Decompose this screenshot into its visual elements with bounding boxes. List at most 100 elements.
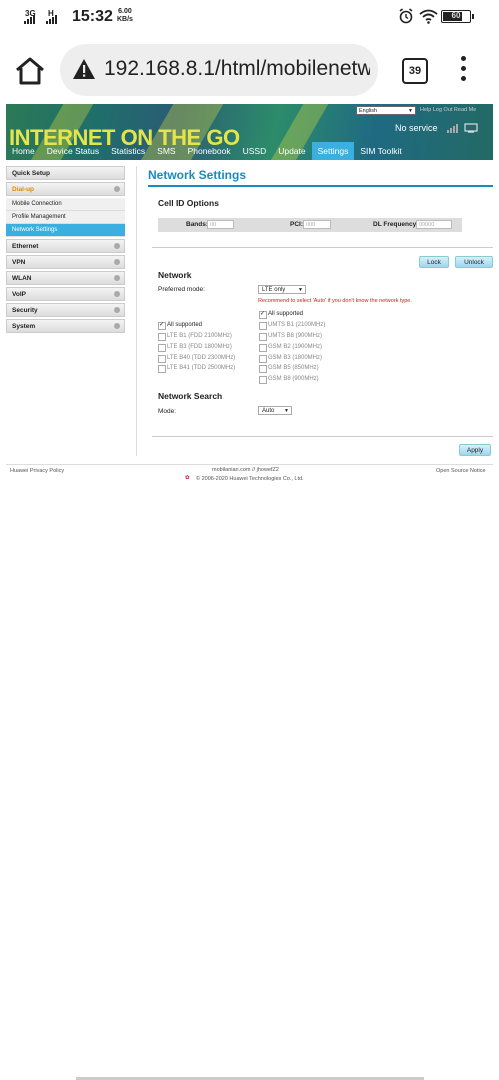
right-all-supported-label: All supported <box>268 311 304 317</box>
language-select[interactable]: English <box>356 106 416 116</box>
umts-b1-label: UMTS B1 (2100MHz) <box>268 322 326 328</box>
lte-b3-checkbox[interactable]: LTE B3 (FDD 1800MHz) <box>158 344 232 352</box>
tab-switcher-button[interactable]: 39 <box>402 58 428 84</box>
lte-b41-label: LTE B41 (TDD 2500MHz) <box>167 365 236 371</box>
recommend-note: Recommend to select 'Auto' if you don't … <box>258 298 412 304</box>
expand-icon <box>114 243 120 249</box>
settings-sidebar: Quick Setup Dial-up Mobile Connection Pr… <box>6 166 125 335</box>
nav-sms[interactable]: SMS <box>151 142 181 160</box>
lte-b3-label: LTE B3 (FDD 1800MHz) <box>167 344 232 350</box>
page-title: Network Settings <box>148 168 247 182</box>
more-menu-icon[interactable] <box>458 56 468 82</box>
pci-label: PCI: <box>290 221 303 228</box>
gsm-b5-checkbox[interactable]: GSM B5 (850MHz) <box>259 365 319 373</box>
sidebar-item-ethernet[interactable]: Ethernet <box>6 239 125 253</box>
sidebar-item-wlan[interactable]: WLAN <box>6 271 125 285</box>
preferred-mode-label: Preferred mode: <box>158 286 205 293</box>
nav-sim-toolkit[interactable]: SIM Toolkit <box>354 142 407 160</box>
sidebar-item-dialup-label: Dial-up <box>12 186 35 193</box>
sidebar-item-voip[interactable]: VoIP <box>6 287 125 301</box>
network-speed: 6.00 KB/s <box>117 8 133 24</box>
alarm-icon <box>399 8 413 24</box>
open-source-notice-link[interactable]: Open Source Notice <box>436 468 486 474</box>
network-speed-unit: KB/s <box>117 16 133 23</box>
expand-icon <box>114 323 120 329</box>
top-links[interactable]: Help Log Out Read Me <box>420 107 476 113</box>
gsm-b3-checkbox[interactable]: GSM B3 (1800MHz) <box>259 355 322 363</box>
sidebar-item-quick-setup[interactable]: Quick Setup <box>6 166 125 180</box>
left-all-supported-label: All supported <box>167 322 203 328</box>
header-banner: English Help Log Out Read Me INTERNET ON… <box>6 104 493 160</box>
network-speed-value: 6.00 <box>118 8 132 15</box>
footer-center-text: mobilanian.com // jhowefZ2 <box>212 467 279 473</box>
collapse-icon <box>114 186 120 192</box>
url-text[interactable]: 192.168.8.1/html/mobilenetw <box>104 57 370 81</box>
warning-icon[interactable] <box>72 58 96 80</box>
battery-tip <box>472 14 474 19</box>
sidebar-item-system[interactable]: System <box>6 319 125 333</box>
lte-b40-label: LTE B40 (TDD 2300MHz) <box>167 355 236 361</box>
left-all-supported-checkbox[interactable]: All supported <box>158 321 203 330</box>
pci-input[interactable]: 000 <box>303 220 331 229</box>
clock: 15:32 <box>72 8 113 25</box>
preferred-mode-select[interactable]: LTE only <box>258 285 306 295</box>
browser-toolbar: 192.168.8.1/html/mobilenetw 39 <box>0 36 499 104</box>
sidebar-item-vpn[interactable]: VPN <box>6 255 125 269</box>
right-all-supported-checkbox[interactable]: All supported <box>259 310 304 319</box>
apply-button[interactable]: Apply <box>459 444 491 456</box>
umts-b8-checkbox[interactable]: UMTS B8 (900MHz) <box>259 333 323 341</box>
nav-ussd[interactable]: USSD <box>237 142 273 160</box>
main-nav: Home Device Status Statistics SMS Phoneb… <box>6 142 408 160</box>
sidebar-item-system-label: System <box>12 323 36 330</box>
umts-b1-checkbox[interactable]: UMTS B1 (2100MHz) <box>259 322 326 330</box>
lte-b40-checkbox[interactable]: LTE B40 (TDD 2300MHz) <box>158 355 236 363</box>
sidebar-item-security[interactable]: Security <box>6 303 125 317</box>
dl-frequency-input[interactable]: 00000 <box>416 220 452 229</box>
sidebar-item-profile-management[interactable]: Profile Management <box>6 211 125 224</box>
sidebar-item-ethernet-label: Ethernet <box>12 243 39 250</box>
expand-icon <box>114 259 120 265</box>
pc-connection-icon <box>464 123 478 133</box>
cell-id-bar: Bands: 00 PCI: 000 DL Frequency: 00000 <box>158 218 462 232</box>
main-content: Network Settings Cell ID Options Bands: … <box>148 168 493 456</box>
expand-icon <box>114 291 120 297</box>
huawei-logo-icon: ✿ <box>185 475 190 481</box>
network-search-title: Network Search <box>158 391 223 401</box>
privacy-policy-link[interactable]: Huawei Privacy Policy <box>10 468 64 474</box>
nav-statistics[interactable]: Statistics <box>105 142 151 160</box>
battery-percent: 60 <box>451 11 461 20</box>
sidebar-item-network-settings[interactable]: Network Settings <box>6 224 125 237</box>
gsm-b8-checkbox[interactable]: GSM B8 (900MHz) <box>259 376 319 384</box>
connection-status: No service <box>395 123 438 133</box>
nav-settings[interactable]: Settings <box>311 142 355 160</box>
gsm-b2-label: GSM B2 (1900MHz) <box>268 344 323 350</box>
nav-device-status[interactable]: Device Status <box>41 142 105 160</box>
address-bar[interactable]: 192.168.8.1/html/mobilenetw <box>60 44 378 96</box>
unlock-button[interactable]: Unlock <box>455 256 493 268</box>
nav-update[interactable]: Update <box>272 142 311 160</box>
network-title: Network <box>158 270 192 280</box>
lte-b1-checkbox[interactable]: LTE B1 (FDD 2100MHz) <box>158 333 232 341</box>
dl-frequency-label: DL Frequency: <box>373 221 419 228</box>
lock-button[interactable]: Lock <box>419 256 449 268</box>
bands-input[interactable]: 00 <box>207 220 234 229</box>
copyright-text: © 2006-2020 Huawei Technologies Co., Ltd… <box>196 476 304 482</box>
battery-indicator: 60 <box>441 10 474 23</box>
expand-icon <box>114 307 120 313</box>
cell-id-title: Cell ID Options <box>158 198 219 208</box>
lte-b41-checkbox[interactable]: LTE B41 (TDD 2500MHz) <box>158 365 236 373</box>
umts-b8-label: UMTS B8 (900MHz) <box>268 333 323 339</box>
nav-home[interactable]: Home <box>6 142 41 160</box>
search-mode-select[interactable]: Auto <box>258 406 292 416</box>
sidebar-item-dialup[interactable]: Dial-up <box>6 182 125 196</box>
sidebar-item-mobile-connection[interactable]: Mobile Connection <box>6 198 125 211</box>
nav-phonebook[interactable]: Phonebook <box>182 142 237 160</box>
sidebar-item-voip-label: VoIP <box>12 291 26 298</box>
signal-bars-1 <box>24 14 35 24</box>
lte-b1-label: LTE B1 (FDD 2100MHz) <box>167 333 232 339</box>
router-web-page: English Help Log Out Read Me INTERNET ON… <box>6 104 493 482</box>
status-bar: 3G H 15:32 6.00 KB/s 60 <box>0 0 499 36</box>
gsm-b2-checkbox[interactable]: GSM B2 (1900MHz) <box>259 344 323 352</box>
home-icon[interactable] <box>14 56 46 86</box>
search-mode-label: Mode: <box>158 408 177 415</box>
